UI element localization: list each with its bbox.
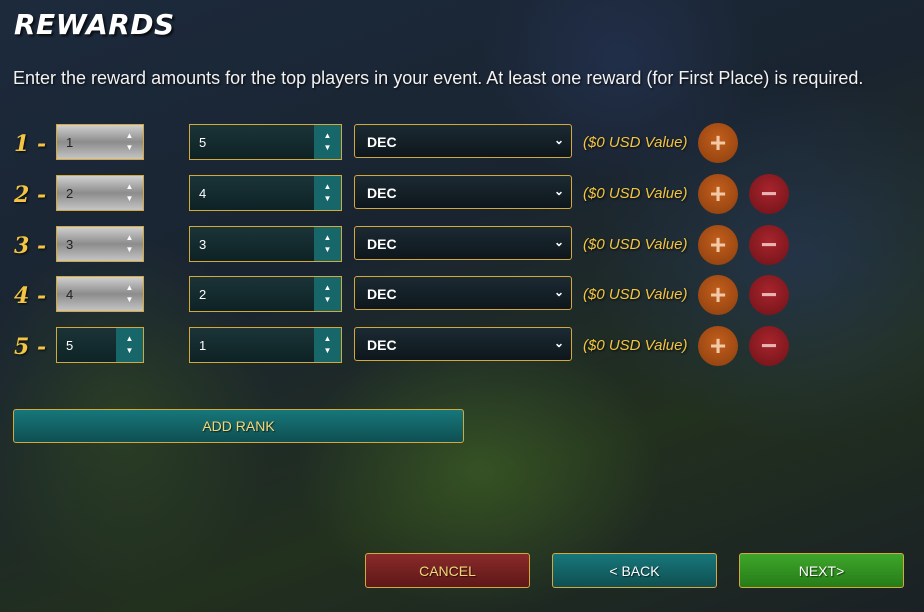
chevron-down-icon[interactable]: ▼ [324,294,332,306]
chevron-down-icon[interactable]: ▼ [324,193,332,205]
chevron-down-icon: ⌄ [553,133,564,147]
rank-stepper-buttons[interactable]: ▲ ▼ [116,227,143,261]
plus-icon[interactable]: + [698,174,738,214]
amount-value: 4 [199,186,207,201]
amount-stepper-buttons[interactable]: ▲ ▼ [314,328,341,362]
rank-value: 2 [66,186,74,201]
plus-icon[interactable]: + [698,275,738,315]
token-select-value: DEC [367,185,397,201]
rank-stepper[interactable]: 5 ▲ ▼ [56,327,144,363]
rank-label: 5 - [14,334,47,360]
reward-row: 5 -5 ▲ ▼ 1 ▲ ▼ DEC ⌄ ($0 USD Value) + − [0,326,924,367]
usd-value: ($0 USD Value) [583,134,688,151]
token-select[interactable]: DEC ⌄ [354,226,572,260]
chevron-up-icon[interactable]: ▲ [126,333,134,345]
minus-icon[interactable]: − [749,174,789,214]
chevron-down-icon[interactable]: ▼ [126,345,134,357]
chevron-down-icon[interactable]: ▼ [126,193,134,205]
page-description: Enter the reward amounts for the top pla… [13,68,864,88]
plus-icon[interactable]: + [698,326,738,366]
amount-stepper[interactable]: 1 ▲ ▼ [189,327,342,363]
minus-icon[interactable]: − [749,326,789,366]
rank-label: 3 - [14,233,47,259]
chevron-up-icon[interactable]: ▲ [126,282,134,294]
chevron-down-icon: ⌄ [553,235,564,249]
amount-stepper-buttons[interactable]: ▲ ▼ [314,176,341,210]
cancel-button[interactable]: CANCEL [365,553,530,588]
reward-row: 4 -4 ▲ ▼ 2 ▲ ▼ DEC ⌄ ($0 USD Value) + − [0,275,924,316]
token-select[interactable]: DEC ⌄ [354,276,572,310]
rank-stepper-buttons[interactable]: ▲ ▼ [116,328,143,362]
rank-stepper-buttons[interactable]: ▲ ▼ [116,125,143,159]
amount-value: 2 [199,287,207,302]
reward-row: 1 -1 ▲ ▼ 5 ▲ ▼ DEC ⌄ ($0 USD Value) + [0,123,924,164]
rank-value: 1 [66,135,74,150]
usd-value: ($0 USD Value) [583,236,688,253]
rank-value: 3 [66,237,74,252]
chevron-up-icon[interactable]: ▲ [324,181,332,193]
usd-value: ($0 USD Value) [583,185,688,202]
token-select[interactable]: DEC ⌄ [354,124,572,158]
minus-icon[interactable]: − [749,275,789,315]
rank-stepper-buttons[interactable]: ▲ ▼ [116,277,143,311]
add-rank-button[interactable]: ADD RANK [13,409,464,443]
rank-value: 5 [66,338,74,353]
next-button[interactable]: NEXT> [739,553,904,588]
page-title: REWARDS [14,8,175,41]
plus-icon[interactable]: + [698,123,738,163]
usd-value: ($0 USD Value) [583,286,688,303]
token-select[interactable]: DEC ⌄ [354,327,572,361]
amount-stepper-buttons[interactable]: ▲ ▼ [314,227,341,261]
minus-icon[interactable]: − [749,225,789,265]
chevron-down-icon: ⌄ [553,336,564,350]
rank-label: 2 - [14,182,47,208]
chevron-up-icon[interactable]: ▲ [126,181,134,193]
token-select[interactable]: DEC ⌄ [354,175,572,209]
chevron-up-icon[interactable]: ▲ [126,232,134,244]
chevron-up-icon[interactable]: ▲ [324,130,332,142]
amount-value: 5 [199,135,207,150]
token-select-value: DEC [367,236,397,252]
chevron-down-icon: ⌄ [553,285,564,299]
chevron-up-icon[interactable]: ▲ [126,130,134,142]
rank-stepper[interactable]: 3 ▲ ▼ [56,226,144,262]
amount-stepper-buttons[interactable]: ▲ ▼ [314,125,341,159]
chevron-down-icon[interactable]: ▼ [126,244,134,256]
amount-stepper[interactable]: 4 ▲ ▼ [189,175,342,211]
chevron-down-icon[interactable]: ▼ [324,345,332,357]
rank-value: 4 [66,287,74,302]
reward-row: 2 -2 ▲ ▼ 4 ▲ ▼ DEC ⌄ ($0 USD Value) + − [0,174,924,215]
amount-stepper[interactable]: 5 ▲ ▼ [189,124,342,160]
amount-stepper-buttons[interactable]: ▲ ▼ [314,277,341,311]
chevron-up-icon[interactable]: ▲ [324,282,332,294]
chevron-down-icon[interactable]: ▼ [126,142,134,154]
rank-label: 1 - [14,131,47,157]
chevron-down-icon[interactable]: ▼ [126,294,134,306]
chevron-down-icon[interactable]: ▼ [324,244,332,256]
amount-value: 1 [199,338,207,353]
amount-stepper[interactable]: 2 ▲ ▼ [189,276,342,312]
token-select-value: DEC [367,134,397,150]
rank-label: 4 - [14,283,47,309]
token-select-value: DEC [367,337,397,353]
chevron-up-icon[interactable]: ▲ [324,333,332,345]
rank-stepper[interactable]: 4 ▲ ▼ [56,276,144,312]
chevron-down-icon: ⌄ [553,184,564,198]
usd-value: ($0 USD Value) [583,337,688,354]
chevron-up-icon[interactable]: ▲ [324,232,332,244]
reward-row: 3 -3 ▲ ▼ 3 ▲ ▼ DEC ⌄ ($0 USD Value) + − [0,225,924,266]
plus-icon[interactable]: + [698,225,738,265]
chevron-down-icon[interactable]: ▼ [324,142,332,154]
amount-stepper[interactable]: 3 ▲ ▼ [189,226,342,262]
token-select-value: DEC [367,286,397,302]
rank-stepper-buttons[interactable]: ▲ ▼ [116,176,143,210]
rank-stepper[interactable]: 2 ▲ ▼ [56,175,144,211]
back-button[interactable]: < BACK [552,553,717,588]
amount-value: 3 [199,237,207,252]
rank-stepper[interactable]: 1 ▲ ▼ [56,124,144,160]
